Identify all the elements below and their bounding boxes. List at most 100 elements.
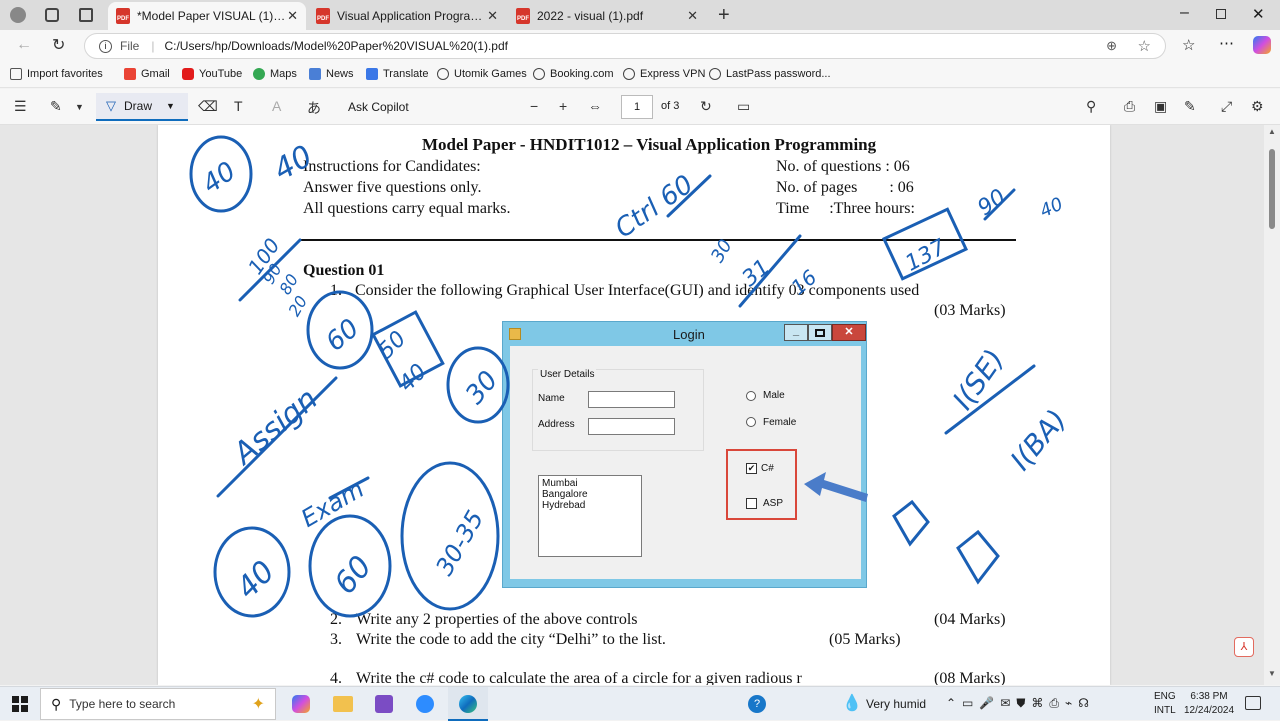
clock-date: 12/24/2024 <box>1184 705 1235 716</box>
ink-note: 40 <box>197 156 241 200</box>
copilot-icon[interactable] <box>1253 36 1271 54</box>
tab-visual-app[interactable]: PDF Visual Application Programming... ✕ <box>308 2 506 30</box>
restore-button[interactable] <box>1216 9 1226 19</box>
fav-expressvpn[interactable]: Express VPN <box>623 68 705 80</box>
visual-studio-icon[interactable] <box>375 695 393 713</box>
ink-note: 40 <box>230 554 282 606</box>
tray-icons[interactable]: ⌃▭🎤✉⛊⌘⎙⌁☊ <box>946 696 1095 711</box>
tab-2022-visual[interactable]: PDF 2022 - visual (1).pdf ✕ <box>508 2 706 30</box>
ink-note: 30-35 <box>430 506 489 580</box>
fit-page-icon[interactable]: ⇔ <box>588 98 602 114</box>
fav-import[interactable]: Import favorites <box>10 68 103 80</box>
ink-note: I(SE) <box>946 343 1011 416</box>
save-icon[interactable]: ▣ <box>1154 98 1167 115</box>
lang-line-2: INTL <box>1154 705 1176 716</box>
fav-utomik[interactable]: Utomik Games <box>437 68 527 80</box>
ink-note: Ctrl 60 <box>610 170 699 245</box>
draw-button[interactable]: ▽ Draw ▼ <box>96 93 188 121</box>
close-icon[interactable]: ✕ <box>487 8 498 24</box>
start-icon[interactable] <box>12 696 28 712</box>
translate-icon[interactable]: あ <box>307 98 321 118</box>
ink-note: Assign <box>225 382 324 473</box>
highlight-icon[interactable]: ✎ <box>50 98 62 115</box>
clock-time: 6:38 PM <box>1190 691 1228 702</box>
fav-maps[interactable]: Maps <box>253 68 297 80</box>
ink-layer: 40 40 100 90 80 20 Ctrl 60 30 31 16 137 … <box>189 135 1073 618</box>
page-view-icon[interactable]: ▭ <box>737 98 750 115</box>
fav-booking[interactable]: Booking.com <box>533 68 614 80</box>
ink-note: 40 <box>268 139 319 188</box>
read-aloud-icon[interactable]: A <box>272 98 281 114</box>
vertical-scrollbar[interactable]: ▲ ▼ <box>1264 125 1280 685</box>
ink-note: I(BA) <box>1004 403 1073 477</box>
vertical-tabs-icon[interactable] <box>79 8 93 22</box>
fav-youtube[interactable]: YouTube <box>182 68 242 80</box>
zoom-out-icon[interactable]: − <box>530 98 538 114</box>
fav-translate[interactable]: Translate <box>366 68 428 80</box>
favorite-star-icon[interactable]: ☆ <box>1138 37 1151 55</box>
ink-note: 30 <box>707 236 737 266</box>
ink-note: 40 <box>1037 193 1067 222</box>
pdf-icon: PDF <box>116 8 130 24</box>
info-icon[interactable]: i <box>99 39 112 53</box>
lang-line-1: ENG <box>1154 691 1176 702</box>
weather-text[interactable]: Very humid <box>866 697 926 711</box>
taskbar-search-box[interactable]: ⚲ Type here to search ✦ <box>40 688 276 720</box>
close-icon[interactable]: ✕ <box>687 8 698 24</box>
draw-label: Draw <box>124 99 153 113</box>
search-icon[interactable]: ⚲ <box>1086 98 1096 115</box>
close-window-button[interactable]: ✕ <box>1252 5 1265 23</box>
new-tab-button[interactable]: + <box>718 4 730 27</box>
settings-icon[interactable]: ⚙ <box>1251 98 1264 115</box>
tab-label: *Model Paper VISUAL (1).pdf <box>137 9 287 23</box>
more-icon[interactable]: ⋯ <box>1219 34 1234 52</box>
tab-label: Visual Application Programming... <box>337 9 487 23</box>
save-as-icon[interactable]: ✎ <box>1184 98 1196 115</box>
fullscreen-icon[interactable]: ⤢ <box>1221 98 1232 115</box>
scroll-down-icon[interactable]: ▼ <box>1268 669 1276 678</box>
language-indicator[interactable]: ENG INTL <box>1154 690 1176 718</box>
print-icon[interactable]: ⎙ <box>1124 98 1135 115</box>
help-icon[interactable]: ? <box>748 695 766 713</box>
refresh-icon[interactable]: ↻ <box>52 35 65 55</box>
zoom-in-icon[interactable]: + <box>559 98 567 114</box>
ink-note: 137 <box>901 235 950 277</box>
zoom-icon[interactable]: ⊕ <box>1106 38 1117 54</box>
fav-gmail[interactable]: Gmail <box>124 68 170 80</box>
pdf-icon: PDF <box>516 8 530 24</box>
back-icon[interactable]: ← <box>16 36 32 54</box>
address-bar[interactable]: i File | C:/Users/hp/Downloads/Model%20P… <box>84 33 1166 59</box>
fav-lastpass[interactable]: LastPass password... <box>709 68 831 80</box>
contents-icon[interactable]: ☰ <box>14 98 27 115</box>
ink-note: 60 <box>320 313 365 357</box>
ask-copilot-button[interactable]: Ask Copilot <box>348 100 409 114</box>
close-icon[interactable]: ✕ <box>287 8 298 24</box>
address-row: ← ↻ i File | C:/Users/hp/Downloads/Model… <box>0 30 1280 62</box>
chevron-down-icon: ▼ <box>166 101 175 111</box>
edge-icon[interactable] <box>448 687 488 721</box>
copilot-taskbar-icon[interactable] <box>292 695 310 713</box>
page-number-input[interactable]: 1 <box>621 95 653 119</box>
file-explorer-icon[interactable] <box>333 696 353 712</box>
minimize-button[interactable]: – <box>1180 4 1189 22</box>
ink-note: 16 <box>786 265 821 300</box>
ink-note: 31 <box>738 255 776 292</box>
scroll-up-icon[interactable]: ▲ <box>1268 127 1276 136</box>
url-text: C:/Users/hp/Downloads/Model%20Paper%20VI… <box>164 39 508 53</box>
chevron-down-icon[interactable]: ▼ <box>75 102 84 112</box>
workspaces-icon[interactable] <box>45 8 59 22</box>
zoom-app-icon[interactable] <box>416 695 434 713</box>
tab-model-paper[interactable]: PDF *Model Paper VISUAL (1).pdf ✕ <box>108 2 306 30</box>
acrobat-icon[interactable]: ⅄ <box>1234 637 1254 657</box>
favorites-icon[interactable]: ☆ <box>1182 36 1195 54</box>
taskbar: ⚲ Type here to search ✦ ? 💧 Very humid ⌃… <box>0 686 1280 721</box>
fav-news[interactable]: News <box>309 68 354 80</box>
profile-icon[interactable] <box>10 7 26 23</box>
eraser-icon[interactable]: ⌫ <box>198 98 218 115</box>
clock[interactable]: 6:38 PM 12/24/2024 <box>1184 690 1234 718</box>
text-box-icon[interactable]: T <box>234 98 243 114</box>
notification-icon[interactable] <box>1245 696 1261 710</box>
scroll-thumb[interactable] <box>1269 149 1275 229</box>
ink-note: Exam <box>296 475 368 533</box>
rotate-icon[interactable]: ↻ <box>700 98 712 115</box>
